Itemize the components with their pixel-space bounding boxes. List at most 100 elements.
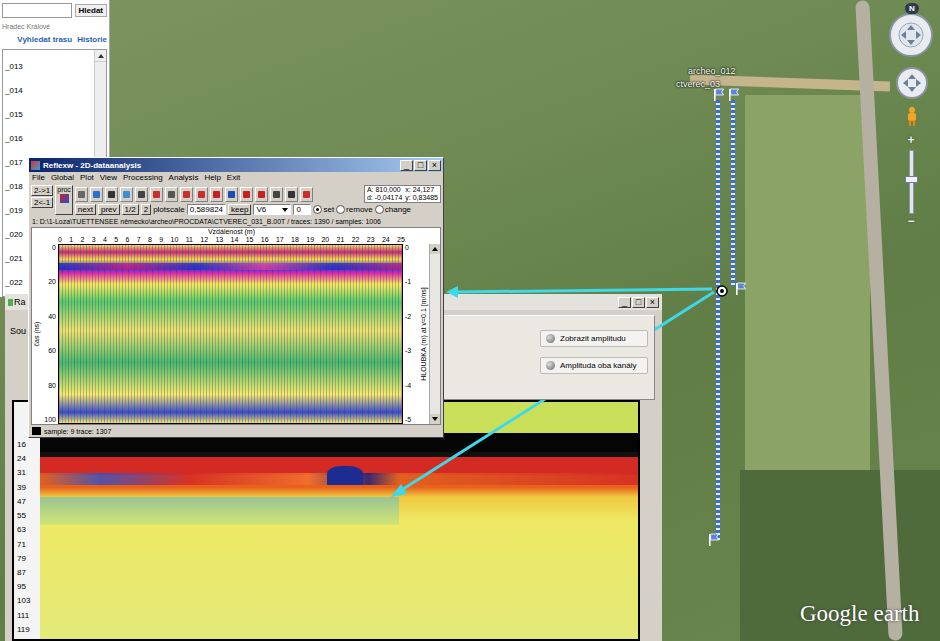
gain-button[interactable] (150, 187, 163, 202)
grid-button[interactable] (270, 187, 283, 202)
sidebar-link[interactable]: Historie (77, 35, 107, 45)
menu-item[interactable]: Global (51, 173, 74, 183)
radio-dot (316, 208, 319, 211)
keep-button[interactable]: keep (228, 204, 251, 215)
menu-item[interactable]: File (32, 173, 45, 183)
zoom-knob[interactable] (905, 176, 918, 183)
down-arrow-icon (432, 417, 438, 421)
filter-button[interactable] (300, 187, 313, 202)
pin-flag-icon[interactable] (707, 533, 721, 547)
nav-button[interactable]: next (75, 204, 96, 215)
nav-button[interactable]: 1/2 (122, 204, 139, 215)
sum-button[interactable] (285, 187, 298, 202)
menu-item[interactable]: Help (204, 173, 220, 183)
toolbar-row: A: 810,000x: 24,127d: -0,04174y: 0,83485 (75, 185, 441, 203)
pause-icon (228, 191, 235, 198)
window-control-button[interactable]: _ (618, 297, 631, 308)
plot-section: Vzdálenost (m)01234567891011121314151617… (31, 227, 441, 425)
x-ticks: 0123456789101112131415161718192021222324… (32, 236, 440, 244)
y-tick: 80 (42, 382, 56, 390)
zoom-out-button[interactable]: − (903, 215, 919, 228)
zoom-button[interactable] (165, 187, 178, 202)
target-icon[interactable] (716, 283, 728, 295)
status-text: sample: 9 trace: 1307 (44, 428, 111, 435)
radargram-plot (58, 244, 403, 424)
plot-scrollbar[interactable] (429, 244, 440, 424)
radio-circle[interactable] (313, 205, 322, 214)
scroll-up-button[interactable] (430, 244, 440, 254)
sidebar-link[interactable]: Vyhledat trasu (17, 35, 72, 45)
x-tick: 25 (397, 236, 405, 244)
plotscale-field[interactable]: 0,589824 (187, 204, 226, 215)
pause-button[interactable] (225, 187, 238, 202)
radio-option[interactable]: remove (336, 205, 373, 214)
down-arrow-icon (282, 208, 288, 212)
search-input[interactable] (2, 3, 72, 18)
scroll-down-button[interactable] (430, 414, 440, 424)
map-label[interactable]: ctverec_03 (676, 79, 720, 89)
window-control-button[interactable]: □ (414, 160, 427, 171)
zoom-out-icon (198, 191, 205, 198)
readout-value: x: 24,127 (405, 186, 438, 194)
compass-icon[interactable] (888, 12, 934, 58)
swap-buttons: 2->12<-1 (31, 185, 53, 215)
swap-button[interactable]: 2->1 (31, 185, 53, 196)
print-button[interactable] (75, 187, 88, 202)
amplitude-button[interactable]: Amplituda oba kanály (540, 357, 648, 374)
window-control-button[interactable]: × (646, 297, 659, 308)
radio-circle[interactable] (375, 205, 384, 214)
list-item[interactable]: _016 (3, 126, 94, 150)
search-row: Hledat (2, 3, 107, 18)
open-button[interactable] (90, 187, 103, 202)
window-tab[interactable]: Ra (8, 297, 26, 307)
window-control-button[interactable]: × (428, 160, 441, 171)
nav-button[interactable]: 2 (141, 204, 151, 215)
right-arrow-button[interactable] (255, 187, 268, 202)
menu-item[interactable]: View (100, 173, 117, 183)
look-control-icon[interactable] (895, 66, 929, 100)
links-row: Vyhledat trasu Historie (2, 33, 107, 47)
map-label[interactable]: archeo_012 (688, 66, 736, 76)
search-button[interactable]: Hledat (75, 4, 107, 17)
proc-button[interactable]: proc (55, 185, 73, 215)
menu-item[interactable]: Processing (123, 173, 163, 183)
scroll-up-button[interactable] (95, 50, 106, 62)
pin-flag-icon[interactable] (712, 88, 726, 102)
left-arrow-button[interactable] (210, 187, 223, 202)
list-item[interactable]: _014 (3, 78, 94, 102)
print-icon (78, 191, 85, 198)
zoom-in-button[interactable] (180, 187, 193, 202)
radio-circle[interactable] (336, 205, 345, 214)
zoom-out-button[interactable] (195, 187, 208, 202)
radio-option[interactable]: set (313, 205, 334, 214)
layer-dropdown[interactable]: V6 (253, 204, 291, 215)
amplitude-button[interactable]: Zobrazit amplitudu (540, 330, 648, 347)
up-arrow-icon (98, 54, 104, 58)
window-button[interactable] (120, 187, 133, 202)
x-tick: 20 (321, 236, 329, 244)
button-panel: Zobrazit amplitudu Amplituda oba kanály (440, 315, 655, 400)
pin-flag-icon[interactable] (734, 282, 748, 296)
window-control-button[interactable]: □ (632, 297, 645, 308)
value-field[interactable]: 0 (293, 204, 311, 215)
menu-item[interactable]: Analysis (169, 173, 199, 183)
list-item[interactable]: _015 (3, 102, 94, 126)
window-controls: _□× (618, 297, 659, 308)
stop-button[interactable] (240, 187, 253, 202)
swap-button[interactable]: 2<-1 (31, 197, 53, 208)
x-tick: 16 (261, 236, 269, 244)
zoom-in-button[interactable]: + (903, 134, 919, 147)
window-control-button[interactable]: _ (400, 160, 413, 171)
radio-label: remove (346, 205, 373, 214)
pin-flag-icon[interactable] (727, 88, 741, 102)
x-tick: 19 (306, 236, 314, 244)
pick-button[interactable] (135, 187, 148, 202)
nav-button[interactable]: prev (98, 204, 120, 215)
save-button[interactable] (105, 187, 118, 202)
reflexw-titlebar: Reflexw - 2D-dataanalysis_□× (29, 158, 443, 172)
radio-option[interactable]: change (375, 205, 411, 214)
menu-item[interactable]: Plot (80, 173, 94, 183)
pegman-icon[interactable] (905, 106, 919, 126)
list-item[interactable]: _013 (3, 54, 94, 78)
menu-item[interactable]: Exit (227, 173, 240, 183)
